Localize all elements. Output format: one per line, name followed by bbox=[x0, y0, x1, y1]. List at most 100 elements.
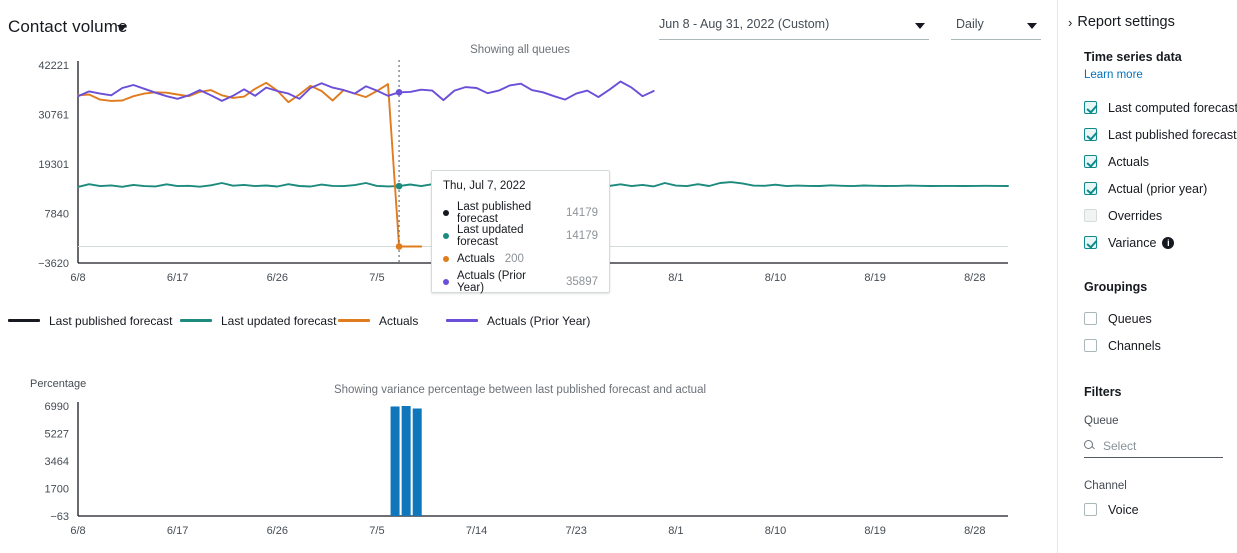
report-title[interactable]: Contact volume bbox=[8, 17, 128, 37]
groupings-checkbox-list: Queues Channels bbox=[1058, 305, 1237, 359]
chart-tooltip: Thu, Jul 7, 2022 Last published forecast… bbox=[431, 170, 610, 294]
checkbox-label: Actual (prior year) bbox=[1108, 181, 1208, 196]
checkbox-row-last-computed-forecast[interactable]: Last computed forecast bbox=[1058, 94, 1237, 121]
legend-label: Actuals (Prior Year) bbox=[487, 313, 591, 328]
checkbox-checked-icon[interactable] bbox=[1084, 128, 1097, 141]
queue-select-placeholder: Select bbox=[1103, 438, 1137, 453]
queue-select-input[interactable]: Select bbox=[1084, 434, 1223, 458]
checkbox-row-voice[interactable]: Voice bbox=[1058, 496, 1237, 523]
variance-axis-caption: Percentage bbox=[30, 378, 87, 390]
legend-item[interactable]: Actuals bbox=[338, 312, 418, 330]
checkbox-row-overrides[interactable]: Overrides bbox=[1058, 202, 1237, 229]
checkbox-label: Overrides bbox=[1108, 208, 1163, 223]
variance-chart[interactable]: 6990 5227 3464 1700 −63 6/8 6/17 6/26 7/5 7/14 7/2… bbox=[0, 392, 1040, 542]
checkbox-label: Last published forecast bbox=[1108, 127, 1237, 142]
legend-swatch bbox=[180, 319, 212, 323]
checkbox-checked-icon[interactable] bbox=[1084, 236, 1097, 249]
checkbox-row-queues[interactable]: Queues bbox=[1058, 305, 1237, 332]
svg-text:30761: 30761 bbox=[38, 109, 69, 121]
legend-label: Last published forecast bbox=[49, 313, 173, 328]
granularity-value: Daily bbox=[956, 17, 984, 31]
tooltip-series-value: 200 bbox=[504, 252, 524, 265]
checkbox-checked-icon[interactable] bbox=[1084, 101, 1097, 114]
granularity-select[interactable]: Daily bbox=[951, 14, 1041, 40]
svg-text:19301: 19301 bbox=[38, 159, 69, 171]
checkbox-unchecked-icon[interactable] bbox=[1084, 503, 1097, 516]
checkbox-label: Channels bbox=[1108, 338, 1161, 353]
svg-text:8/10: 8/10 bbox=[765, 272, 786, 284]
svg-text:8/19: 8/19 bbox=[864, 272, 885, 284]
svg-text:6/17: 6/17 bbox=[167, 272, 188, 284]
tooltip-series-value: 14179 bbox=[566, 229, 598, 242]
checkbox-row-actuals[interactable]: Actuals bbox=[1058, 148, 1237, 175]
report-settings-toggle[interactable]: › Report settings bbox=[1058, 0, 1237, 30]
report-toolbar: Contact volume Jun 8 - Aug 31, 2022 (Cus… bbox=[0, 0, 1057, 46]
svg-text:6/26: 6/26 bbox=[267, 525, 288, 537]
svg-text:7/5: 7/5 bbox=[369, 525, 384, 537]
checkbox-row-channels[interactable]: Channels bbox=[1058, 332, 1237, 359]
svg-text:6990: 6990 bbox=[45, 401, 69, 413]
channel-filter-label: Channel bbox=[1084, 480, 1127, 492]
checkbox-checked-icon[interactable] bbox=[1084, 155, 1097, 168]
svg-text:7/23: 7/23 bbox=[566, 525, 587, 537]
checkbox-row-actual-prior-year[interactable]: Actual (prior year) bbox=[1058, 175, 1237, 202]
chevron-down-icon[interactable] bbox=[117, 25, 127, 31]
series-dot-icon bbox=[443, 278, 449, 285]
svg-text:8/28: 8/28 bbox=[964, 272, 985, 284]
checkbox-checked-icon[interactable] bbox=[1084, 182, 1097, 195]
learn-more-link[interactable]: Learn more bbox=[1058, 69, 1143, 81]
legend-label: Last updated forecast bbox=[221, 313, 337, 328]
main-content: Contact volume Jun 8 - Aug 31, 2022 (Cus… bbox=[0, 0, 1057, 553]
chevron-down-icon bbox=[1027, 23, 1037, 29]
series-dot-icon bbox=[443, 232, 449, 239]
svg-text:5227: 5227 bbox=[45, 428, 69, 440]
variance-svg: 6990 5227 3464 1700 −636/8 6/17 6/26 7/5 7/14 7/2… bbox=[45, 401, 1008, 537]
checkbox-row-variance[interactable]: Variance i bbox=[1058, 229, 1237, 256]
time-series-checkbox-list: Last computed forecast Last published for… bbox=[1058, 94, 1237, 256]
date-range-select[interactable]: Jun 8 - Aug 31, 2022 (Custom) bbox=[659, 14, 929, 40]
groupings-section-title: Groupings bbox=[1084, 280, 1148, 294]
channel-checkbox-list: Voice bbox=[1058, 496, 1237, 523]
tooltip-row: Actuals (Prior Year) 35897 bbox=[443, 270, 598, 294]
date-range-value: Jun 8 - Aug 31, 2022 (Custom) bbox=[659, 17, 830, 31]
report-page: Contact volume Jun 8 - Aug 31, 2022 (Cus… bbox=[0, 0, 1237, 553]
checkbox-label: Queues bbox=[1108, 311, 1152, 326]
tooltip-series-label: Last published forecast bbox=[457, 200, 532, 225]
legend-item[interactable]: Last updated forecast bbox=[180, 312, 336, 330]
svg-text:42221: 42221 bbox=[38, 60, 69, 72]
legend-item[interactable]: Last published forecast bbox=[8, 312, 172, 330]
svg-text:7840: 7840 bbox=[45, 209, 69, 221]
checkbox-label: Variance bbox=[1108, 235, 1157, 250]
series-dot-icon bbox=[443, 255, 449, 262]
svg-text:7/5: 7/5 bbox=[369, 272, 384, 284]
chevron-down-icon bbox=[915, 23, 925, 29]
tooltip-row: Last updated forecast 14179 bbox=[443, 223, 598, 248]
svg-text:−3620: −3620 bbox=[38, 258, 69, 270]
checkbox-label: Last computed forecast bbox=[1108, 100, 1237, 115]
svg-text:3464: 3464 bbox=[45, 456, 69, 468]
time-series-section-title: Time series data bbox=[1084, 50, 1182, 64]
tooltip-row: Last published forecast 14179 bbox=[443, 200, 598, 225]
legend-item[interactable]: Actuals (Prior Year) bbox=[446, 312, 590, 330]
info-icon[interactable]: i bbox=[1162, 236, 1175, 249]
tooltip-series-label: Last updated forecast bbox=[457, 223, 524, 248]
svg-text:8/10: 8/10 bbox=[765, 525, 786, 537]
report-settings-panel: › Report settings Time series data Learn… bbox=[1057, 0, 1237, 553]
svg-text:6/26: 6/26 bbox=[267, 272, 288, 284]
checkbox-label: Actuals bbox=[1108, 154, 1149, 169]
svg-text:8/1: 8/1 bbox=[668, 525, 683, 537]
tooltip-row: Actuals 200 bbox=[443, 247, 598, 270]
chart-legend: Last published forecast Last updated fore… bbox=[8, 312, 628, 332]
tooltip-series-label: Actuals bbox=[457, 252, 495, 265]
report-settings-title: Report settings bbox=[1077, 14, 1175, 30]
checkbox-unchecked-icon[interactable] bbox=[1084, 209, 1097, 222]
svg-text:−63: −63 bbox=[50, 511, 69, 523]
svg-text:8/1: 8/1 bbox=[668, 272, 683, 284]
tooltip-series-value: 14179 bbox=[566, 206, 598, 219]
checkbox-row-last-published-forecast[interactable]: Last published forecast bbox=[1058, 121, 1237, 148]
checkbox-unchecked-icon[interactable] bbox=[1084, 312, 1097, 325]
svg-text:6/8: 6/8 bbox=[70, 272, 85, 284]
svg-text:8/19: 8/19 bbox=[864, 525, 885, 537]
filters-section-title: Filters bbox=[1084, 385, 1122, 399]
checkbox-unchecked-icon[interactable] bbox=[1084, 339, 1097, 352]
